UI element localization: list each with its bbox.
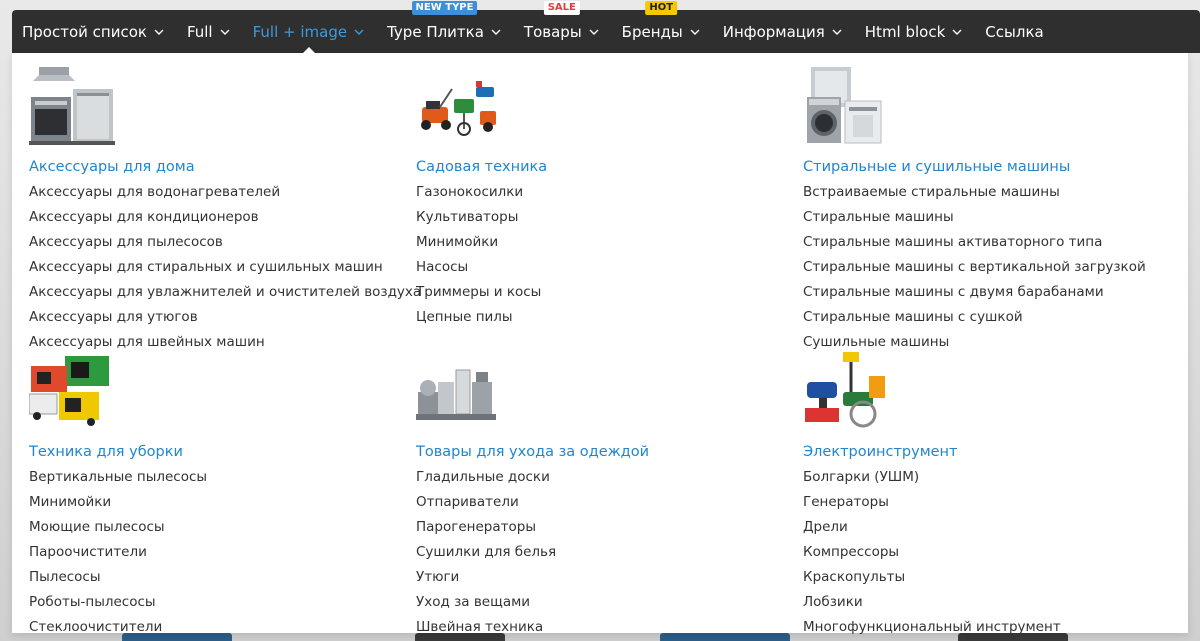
subcategory-link[interactable]: Парогенераторы <box>416 515 786 540</box>
category-title-link[interactable]: Техника для уборки <box>29 440 399 465</box>
chevron-down-icon <box>689 26 701 38</box>
subcategory-link[interactable]: Стиральные машины с вертикальной загрузк… <box>803 255 1173 280</box>
subcategory-link[interactable]: Лобзики <box>803 590 1173 615</box>
small-appliances-icon[interactable] <box>416 352 502 430</box>
subcategory-link[interactable]: Аксессуары для утюгов <box>29 305 399 330</box>
subcategory-link[interactable]: Встраиваемые стиральные машины <box>803 180 1173 205</box>
subcategory-link[interactable]: Стиральные машины с сушкой <box>803 305 1173 330</box>
main-menu-bar: Простой список Full Full + image Type Плитк… <box>12 1 1200 54</box>
chevron-down-icon <box>831 26 843 38</box>
category-title-link[interactable]: Электроинструмент <box>803 440 1173 465</box>
menu-item-label: Бренды <box>621 22 683 41</box>
menu-item-label: Html block <box>864 22 946 41</box>
subcategory-link[interactable]: Минимойки <box>416 230 786 255</box>
subcategory-list: Вертикальные пылесосы Минимойки Моющие пыл… <box>29 465 399 640</box>
category-title-link[interactable]: Аксессуары для дома <box>29 155 399 180</box>
menu-item-2[interactable]: Full + image <box>252 10 365 54</box>
subcategory-link[interactable]: Отпариватели <box>416 490 786 515</box>
category-section: Товары для ухода за одеждой Гладильные до… <box>416 352 786 640</box>
menu-item-label: Full <box>186 22 213 41</box>
subcategory-link[interactable]: Вертикальные пылесосы <box>29 465 399 490</box>
menu-item-4[interactable]: Товары SALE <box>523 1 600 53</box>
category-title-link[interactable]: Товары для ухода за одеждой <box>416 440 786 465</box>
category-section: Садовая техника Газонокосилки Культиваторы… <box>416 67 786 330</box>
subcategory-link[interactable]: Триммеры и косы <box>416 280 786 305</box>
chevron-down-icon <box>219 26 231 38</box>
subcategory-link[interactable]: Пылесосы <box>29 565 399 590</box>
menu-item-label: Информация <box>722 22 825 41</box>
subcategory-link[interactable]: Компрессоры <box>803 540 1173 565</box>
subcategory-link[interactable]: Краскопульты <box>803 565 1173 590</box>
subcategory-list: Болгарки (УШМ) Генераторы Дрели Компрессоры… <box>803 465 1173 640</box>
subcategory-link[interactable]: Аксессуары для кондиционеров <box>29 205 399 230</box>
subcategory-link[interactable]: Насосы <box>416 255 786 280</box>
subcategory-link[interactable]: Стеклоочистители <box>29 615 399 640</box>
subcategory-link[interactable]: Гладильные доски <box>416 465 786 490</box>
menu-item-0[interactable]: Простой список <box>22 10 165 53</box>
menu-item-label: Ссылка <box>985 22 1044 41</box>
subcategory-link[interactable]: Аксессуары для пылесосов <box>29 230 399 255</box>
category-title-link[interactable]: Стиральные и сушильные машины <box>803 155 1173 180</box>
menu-item-7[interactable]: Html block <box>865 10 964 53</box>
subcategory-list: Гладильные доски Отпариватели Парогенерато… <box>416 465 786 640</box>
category-section: Аксессуары для дома Аксессуары для водона… <box>29 67 421 355</box>
menu-item-8[interactable]: Ссылка <box>985 10 1043 53</box>
menu-badge-new: NEW TYPE <box>411 1 478 15</box>
menu-item-1[interactable]: Full <box>187 10 231 53</box>
menu-item-label: Full + image <box>252 22 348 41</box>
subcategory-link[interactable]: Цепные пилы <box>416 305 786 330</box>
subcategory-link[interactable]: Швейная техника <box>416 615 786 640</box>
subcategory-link[interactable]: Аксессуары для стиральных и сушильных ма… <box>29 255 399 280</box>
subcategory-link[interactable]: Генераторы <box>803 490 1173 515</box>
menu-item-label: Товары <box>523 22 582 41</box>
chevron-down-icon <box>588 26 600 38</box>
subcategory-link[interactable]: Моющие пылесосы <box>29 515 399 540</box>
subcategory-link[interactable]: Аксессуары для водонагревателей <box>29 180 399 205</box>
menu-badge-sale: SALE <box>543 1 580 15</box>
chevron-down-icon <box>951 26 963 38</box>
chevron-down-icon <box>353 26 365 38</box>
menu-item-label: Type Плитка <box>387 22 484 41</box>
subcategory-link[interactable]: Болгарки (УШМ) <box>803 465 1173 490</box>
garden-tools-icon[interactable] <box>416 67 502 145</box>
generators-icon[interactable] <box>28 352 115 430</box>
chevron-down-icon <box>490 26 502 38</box>
subcategory-link[interactable]: Минимойки <box>29 490 399 515</box>
subcategory-link[interactable]: Многофункциональный инструмент <box>803 615 1173 640</box>
menu-item-3[interactable]: Type Плитка NEW TYPE <box>387 1 502 53</box>
mega-menu-dropdown: Аксессуары для дома Аксессуары для водона… <box>12 53 1188 635</box>
subcategory-link[interactable]: Аксессуары для увлажнителей и очистителе… <box>29 280 421 305</box>
category-title-link[interactable]: Садовая техника <box>416 155 786 180</box>
subcategory-link[interactable]: Роботы-пылесосы <box>29 590 399 615</box>
menu-item-label: Простой список <box>22 22 147 41</box>
subcategory-link[interactable]: Уход за вещами <box>416 590 786 615</box>
menu-item-5[interactable]: Бренды HOT <box>621 1 701 53</box>
subcategory-link[interactable]: Культиваторы <box>416 205 786 230</box>
subcategory-link[interactable]: Сушилки для белья <box>416 540 786 565</box>
subcategory-list: Аксессуары для водонагревателей Аксессуар… <box>29 180 421 355</box>
menu-item-6[interactable]: Информация <box>723 10 843 53</box>
category-section: Стиральные и сушильные машины Встраиваемы… <box>803 67 1173 355</box>
subcategory-list: Газонокосилки Культиваторы Минимойки Насосы… <box>416 180 786 330</box>
washing-machines-icon[interactable] <box>803 67 889 145</box>
subcategory-link[interactable]: Газонокосилки <box>416 180 786 205</box>
subcategory-link[interactable]: Стиральные машины с двумя барабанами <box>803 280 1173 305</box>
category-section: Электроинструмент Болгарки (УШМ) Генератор… <box>803 352 1173 640</box>
subcategory-link[interactable]: Дрели <box>803 515 1173 540</box>
chevron-down-icon <box>153 26 165 38</box>
subcategory-link[interactable]: Стиральные машины активаторного типа <box>803 230 1173 255</box>
subcategory-link[interactable]: Стиральные машины <box>803 205 1173 230</box>
menu-badge-hot: HOT <box>645 1 678 15</box>
kitchen-appliances-icon[interactable] <box>29 67 115 145</box>
subcategory-link[interactable]: Пароочистители <box>29 540 399 565</box>
power-tools-icon[interactable] <box>803 352 889 430</box>
subcategory-list: Встраиваемые стиральные машины Стиральные… <box>803 180 1173 355</box>
category-section: Техника для уборки Вертикальные пылесосы М… <box>28 352 399 640</box>
subcategory-link[interactable]: Утюги <box>416 565 786 590</box>
